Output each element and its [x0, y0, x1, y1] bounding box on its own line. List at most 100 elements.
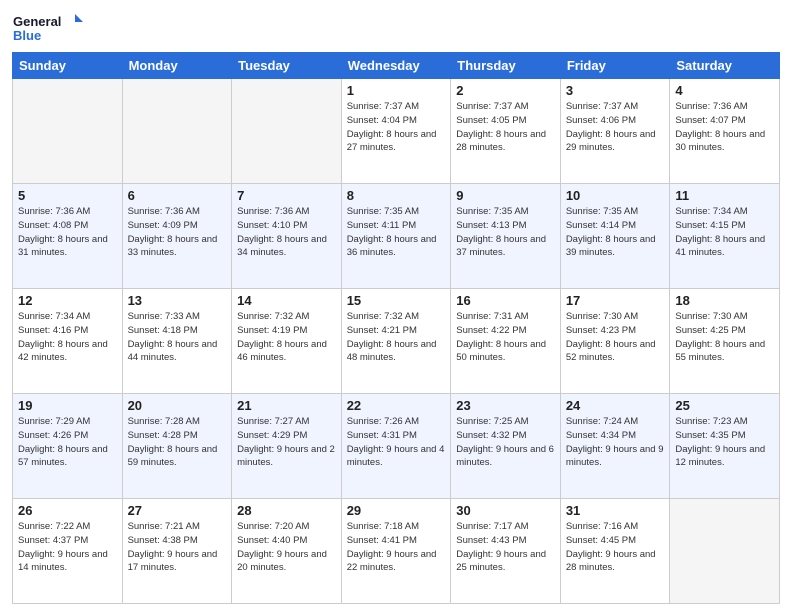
day-info: Sunrise: 7:32 AM Sunset: 4:21 PM Dayligh… — [347, 310, 446, 365]
calendar-header-friday: Friday — [560, 53, 670, 79]
day-number: 31 — [566, 503, 665, 518]
day-cell: 8 Sunrise: 7:35 AM Sunset: 4:11 PM Daylig… — [341, 184, 451, 289]
day-info: Sunrise: 7:35 AM Sunset: 4:14 PM Dayligh… — [566, 205, 665, 260]
day-cell: 18 Sunrise: 7:30 AM Sunset: 4:25 PM Dayli… — [670, 289, 780, 394]
day-cell: 23Sunrise: 7:25 AM Sunset: 4:32 PM Dayli… — [451, 394, 561, 499]
day-number: 4 — [675, 83, 774, 98]
day-info: Sunrise: 7:37 AM Sunset: 4:04 PM Dayligh… — [347, 100, 446, 155]
calendar-header-saturday: Saturday — [670, 53, 780, 79]
day-number: 3 — [566, 83, 665, 98]
day-cell: 1 Sunrise: 7:37 AM Sunset: 4:04 PM Daylig… — [341, 79, 451, 184]
day-cell: 25 Sunrise: 7:23 AM Sunset: 4:35 PM Dayli… — [670, 394, 780, 499]
day-info: Sunrise: 7:31 AM Sunset: 4:22 PM Dayligh… — [456, 310, 555, 365]
empty-cell — [232, 79, 342, 184]
day-cell: 6 Sunrise: 7:36 AM Sunset: 4:09 PM Daylig… — [122, 184, 232, 289]
day-info: Sunrise: 7:16 AM Sunset: 4:45 PM Dayligh… — [566, 520, 665, 575]
day-info: Sunrise: 7:32 AM Sunset: 4:19 PM Dayligh… — [237, 310, 336, 365]
day-info: Sunrise: 7:35 AM Sunset: 4:11 PM Dayligh… — [347, 205, 446, 260]
day-number: 9 — [456, 188, 555, 203]
day-number: 7 — [237, 188, 336, 203]
page: General Blue SundayMondayTuesdayWednesda… — [0, 0, 792, 612]
day-cell: 7 Sunrise: 7:36 AM Sunset: 4:10 PM Daylig… — [232, 184, 342, 289]
day-info: Sunrise: 7:37 AM Sunset: 4:06 PM Dayligh… — [566, 100, 665, 155]
day-info: Sunrise: 7:34 AM Sunset: 4:15 PM Dayligh… — [675, 205, 774, 260]
day-cell: 14 Sunrise: 7:32 AM Sunset: 4:19 PM Dayli… — [232, 289, 342, 394]
day-info: Sunrise: 7:29 AM Sunset: 4:26 PM Dayligh… — [18, 415, 117, 470]
empty-cell — [13, 79, 123, 184]
day-cell: 11 Sunrise: 7:34 AM Sunset: 4:15 PM Dayli… — [670, 184, 780, 289]
day-number: 8 — [347, 188, 446, 203]
svg-text:Blue: Blue — [13, 28, 41, 43]
calendar-table: SundayMondayTuesdayWednesdayThursdayFrid… — [12, 52, 780, 604]
day-number: 21 — [237, 398, 336, 413]
empty-cell — [670, 499, 780, 604]
calendar-header-thursday: Thursday — [451, 53, 561, 79]
day-info: Sunrise: 7:18 AM Sunset: 4:41 PM Dayligh… — [347, 520, 446, 575]
day-cell: 17Sunrise: 7:30 AM Sunset: 4:23 PM Dayli… — [560, 289, 670, 394]
day-info: Sunrise: 7:17 AM Sunset: 4:43 PM Dayligh… — [456, 520, 555, 575]
logo-icon: General Blue — [12, 10, 84, 46]
day-number: 30 — [456, 503, 555, 518]
day-cell: 3 Sunrise: 7:37 AM Sunset: 4:06 PM Daylig… — [560, 79, 670, 184]
day-number: 6 — [128, 188, 227, 203]
logo: General Blue — [12, 10, 84, 46]
calendar-week-row: 26Sunrise: 7:22 AM Sunset: 4:37 PM Dayli… — [13, 499, 780, 604]
day-info: Sunrise: 7:36 AM Sunset: 4:08 PM Dayligh… — [18, 205, 117, 260]
day-info: Sunrise: 7:23 AM Sunset: 4:35 PM Dayligh… — [675, 415, 774, 470]
day-info: Sunrise: 7:20 AM Sunset: 4:40 PM Dayligh… — [237, 520, 336, 575]
day-info: Sunrise: 7:36 AM Sunset: 4:10 PM Dayligh… — [237, 205, 336, 260]
day-number: 13 — [128, 293, 227, 308]
day-cell: 16 Sunrise: 7:31 AM Sunset: 4:22 PM Dayli… — [451, 289, 561, 394]
svg-text:General: General — [13, 14, 61, 29]
day-info: Sunrise: 7:37 AM Sunset: 4:05 PM Dayligh… — [456, 100, 555, 155]
header: General Blue — [12, 10, 780, 46]
day-number: 17 — [566, 293, 665, 308]
calendar-week-row: 5 Sunrise: 7:36 AM Sunset: 4:08 PM Daylig… — [13, 184, 780, 289]
day-number: 22 — [347, 398, 446, 413]
day-info: Sunrise: 7:28 AM Sunset: 4:28 PM Dayligh… — [128, 415, 227, 470]
day-cell: 5 Sunrise: 7:36 AM Sunset: 4:08 PM Daylig… — [13, 184, 123, 289]
empty-cell — [122, 79, 232, 184]
day-info: Sunrise: 7:24 AM Sunset: 4:34 PM Dayligh… — [566, 415, 665, 470]
calendar-header-wednesday: Wednesday — [341, 53, 451, 79]
day-cell: 22 Sunrise: 7:26 AM Sunset: 4:31 PM Dayli… — [341, 394, 451, 499]
day-info: Sunrise: 7:34 AM Sunset: 4:16 PM Dayligh… — [18, 310, 117, 365]
day-cell: 24 Sunrise: 7:24 AM Sunset: 4:34 PM Dayli… — [560, 394, 670, 499]
day-info: Sunrise: 7:21 AM Sunset: 4:38 PM Dayligh… — [128, 520, 227, 575]
day-info: Sunrise: 7:26 AM Sunset: 4:31 PM Dayligh… — [347, 415, 446, 470]
day-cell: 21 Sunrise: 7:27 AM Sunset: 4:29 PM Dayli… — [232, 394, 342, 499]
day-cell: 10 Sunrise: 7:35 AM Sunset: 4:14 PM Dayli… — [560, 184, 670, 289]
day-cell: 27 Sunrise: 7:21 AM Sunset: 4:38 PM Dayli… — [122, 499, 232, 604]
day-number: 18 — [675, 293, 774, 308]
calendar-header-sunday: Sunday — [13, 53, 123, 79]
day-number: 14 — [237, 293, 336, 308]
day-number: 10 — [566, 188, 665, 203]
day-number: 25 — [675, 398, 774, 413]
day-number: 24 — [566, 398, 665, 413]
day-info: Sunrise: 7:36 AM Sunset: 4:09 PM Dayligh… — [128, 205, 227, 260]
day-info: Sunrise: 7:36 AM Sunset: 4:07 PM Dayligh… — [675, 100, 774, 155]
day-number: 27 — [128, 503, 227, 518]
day-number: 11 — [675, 188, 774, 203]
day-cell: 12 Sunrise: 7:34 AM Sunset: 4:16 PM Dayli… — [13, 289, 123, 394]
day-cell: 30 Sunrise: 7:17 AM Sunset: 4:43 PM Dayli… — [451, 499, 561, 604]
day-info: Sunrise: 7:33 AM Sunset: 4:18 PM Dayligh… — [128, 310, 227, 365]
day-info: Sunrise: 7:22 AM Sunset: 4:37 PM Dayligh… — [18, 520, 117, 575]
day-number: 5 — [18, 188, 117, 203]
calendar-header-row: SundayMondayTuesdayWednesdayThursdayFrid… — [13, 53, 780, 79]
day-cell: 20Sunrise: 7:28 AM Sunset: 4:28 PM Dayli… — [122, 394, 232, 499]
day-cell: 29Sunrise: 7:18 AM Sunset: 4:41 PM Dayli… — [341, 499, 451, 604]
day-info: Sunrise: 7:27 AM Sunset: 4:29 PM Dayligh… — [237, 415, 336, 470]
day-cell: 13 Sunrise: 7:33 AM Sunset: 4:18 PM Dayli… — [122, 289, 232, 394]
day-number: 15 — [347, 293, 446, 308]
day-info: Sunrise: 7:30 AM Sunset: 4:25 PM Dayligh… — [675, 310, 774, 365]
day-number: 12 — [18, 293, 117, 308]
day-number: 19 — [18, 398, 117, 413]
calendar-week-row: 19 Sunrise: 7:29 AM Sunset: 4:26 PM Dayli… — [13, 394, 780, 499]
day-cell: 15 Sunrise: 7:32 AM Sunset: 4:21 PM Dayli… — [341, 289, 451, 394]
day-number: 1 — [347, 83, 446, 98]
day-number: 28 — [237, 503, 336, 518]
day-number: 16 — [456, 293, 555, 308]
calendar-header-monday: Monday — [122, 53, 232, 79]
day-cell: 28 Sunrise: 7:20 AM Sunset: 4:40 PM Dayli… — [232, 499, 342, 604]
